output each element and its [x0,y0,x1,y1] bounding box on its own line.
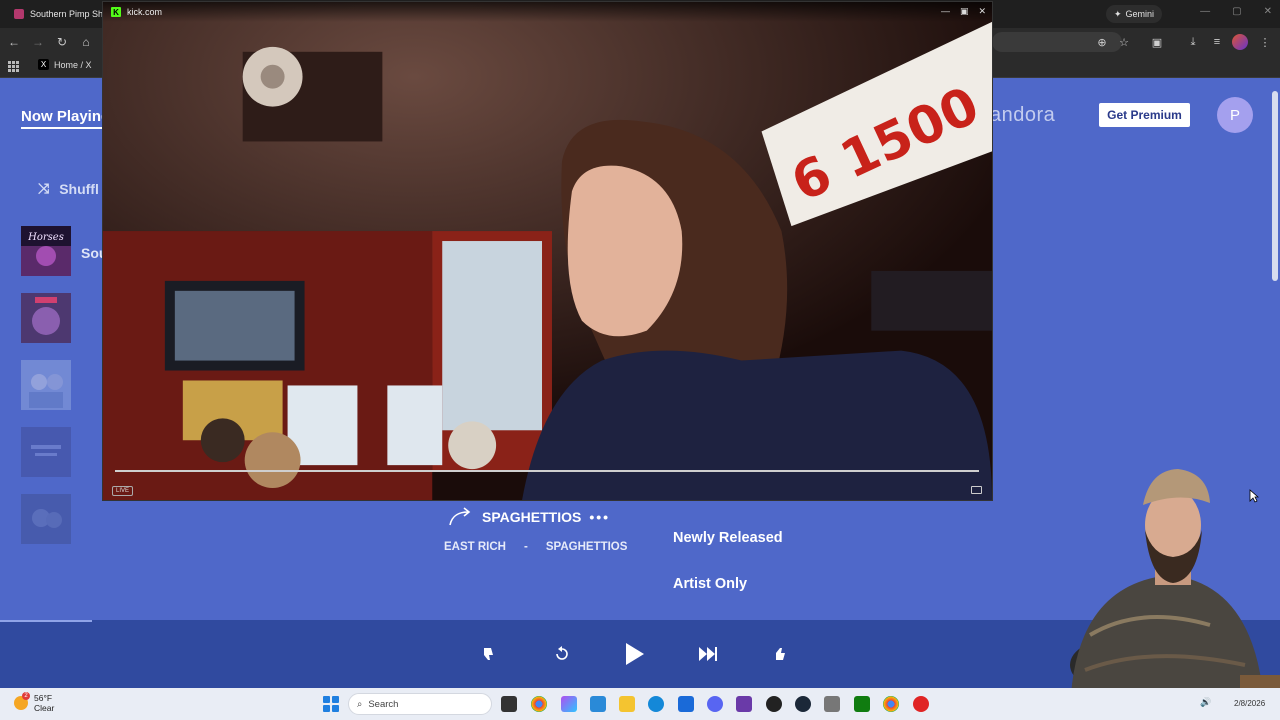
x-logo-icon: X [38,59,49,70]
album-link[interactable]: SPAGHETTIOS [546,541,628,553]
gemini-button[interactable]: ✦ Gemini [1105,5,1162,23]
replay-icon[interactable] [548,640,576,668]
scrollbar-thumb[interactable] [1272,91,1278,281]
forward-arrow-icon[interactable]: → [30,34,46,50]
pandora-logo[interactable]: andora [990,104,1055,127]
windows-start-icon[interactable] [323,696,339,712]
mouse-cursor-icon [1249,489,1259,503]
file-explorer-icon[interactable] [619,696,635,712]
sparkle-icon: ✦ [1113,8,1122,19]
thumbs-down-icon[interactable] [475,640,503,668]
video-frame: 6 1500 [103,2,992,500]
discord-icon[interactable] [707,696,723,712]
share-arrow-icon[interactable] [448,507,474,527]
captions-icon[interactable] [971,486,982,494]
get-premium-button[interactable]: Get Premium [1099,103,1190,127]
system-date[interactable]: 2/8/2026 [1234,699,1265,708]
gemini-label: Gemini [1125,9,1154,19]
more-options-icon[interactable]: ••• [589,509,610,525]
artist-link[interactable]: EAST RICH [444,541,506,553]
mode-artist-only[interactable]: Artist Only [673,576,747,592]
minimize-icon[interactable]: — [941,6,950,17]
obs-icon[interactable] [766,696,782,712]
track-title[interactable]: SPAGHETTIOS [482,509,581,525]
gimp-icon[interactable] [824,696,840,712]
close-icon[interactable]: ✕ [978,6,986,17]
chrome-active-icon[interactable] [883,696,899,712]
weather-widget[interactable]: 2 56°F Clear [14,692,55,713]
volume-icon[interactable]: 🔊 [1200,697,1211,708]
calculator-icon[interactable] [678,696,694,712]
temperature: 56°F [34,693,53,703]
pandora-favicon-icon [14,9,24,19]
restore-icon[interactable]: ▢ [1232,6,1241,17]
sidebar-icon[interactable]: ▣ [1149,34,1165,50]
record-icon[interactable] [913,696,929,712]
album-thumbnail[interactable] [21,494,71,544]
weather-condition: Clear [34,703,55,713]
window-controls: — ▢ ✕ [1200,6,1272,17]
edge-icon[interactable] [648,696,664,712]
album-thumbnail[interactable] [21,427,71,477]
snipping-icon[interactable] [590,696,606,712]
video-progress-bar[interactable] [115,470,979,472]
apps-grid-icon[interactable] [8,61,19,72]
weather-icon: 2 [14,692,30,710]
bookmark-x-home[interactable]: X Home / X [38,59,92,70]
now-playing-tab[interactable]: Now Playing [21,108,111,129]
task-view-icon[interactable] [501,696,517,712]
windows-taskbar: 2 56°F Clear ⌕ Search 🔊 2/8/2026 [0,688,1280,720]
chrome-icon[interactable] [531,696,547,712]
xbox-icon[interactable] [854,696,870,712]
search-icon: ⌕ [357,698,363,710]
zoom-icon[interactable]: ⊕ [1094,34,1110,50]
home-icon[interactable]: ⌂ [78,34,94,50]
track-title-row: SPAGHETTIOS ••• [448,507,610,527]
kick-logo-icon: K [111,7,121,17]
separator: - [523,541,528,553]
user-avatar[interactable]: P [1217,97,1253,133]
live-badge: LIVE [112,486,134,496]
app-icon[interactable] [736,696,752,712]
browser-tab-title: Southern Pimp Shit - [30,9,114,19]
play-icon[interactable] [620,640,648,668]
playback-progress[interactable] [0,620,92,622]
webcam-overlay [1070,469,1280,720]
bookmark-label: Home / X [54,59,92,70]
star-icon[interactable]: ☆ [1116,34,1132,50]
download-icon[interactable]: ⤓ [1185,34,1201,50]
album-thumbnail[interactable] [21,360,71,410]
album-thumbnail[interactable]: Horses [21,226,71,276]
shuffle-label: Shuffl [59,180,99,197]
shuffle-button[interactable]: ⤨ Shuffl [38,180,99,197]
fullscreen-icon[interactable]: ▣ [960,6,969,17]
video-title-bar: K kick.com [103,2,992,22]
menu-icon[interactable]: ⋮ [1257,34,1273,50]
taskbar-search[interactable]: ⌕ Search [348,693,492,715]
close-icon[interactable]: ✕ [1264,6,1272,17]
video-window-controls: — ▣ ✕ [941,6,986,17]
video-window-title: kick.com [127,7,163,17]
skip-icon[interactable] [694,640,722,668]
mode-newly-released[interactable]: Newly Released [673,530,783,546]
album-text: Horses [27,232,64,243]
album-thumbnail[interactable] [21,293,71,343]
shuffle-icon: ⤨ [38,180,50,196]
video-popup-window[interactable]: 6 1500 K kick.com — ▣ ✕ LIVE [102,1,993,501]
track-artist-row: EAST RICH - SPAGHETTIOS [444,541,627,553]
reload-icon[interactable]: ↻ [54,34,70,50]
minimize-icon[interactable]: — [1200,6,1210,17]
thumbs-up-icon[interactable] [767,640,795,668]
reading-list-icon[interactable]: ≡ [1209,34,1225,50]
steam-icon[interactable] [795,696,811,712]
search-placeholder: Search [368,698,399,710]
back-arrow-icon[interactable]: ← [6,34,22,50]
copilot-icon[interactable] [561,696,577,712]
profile-avatar[interactable] [1232,34,1248,50]
